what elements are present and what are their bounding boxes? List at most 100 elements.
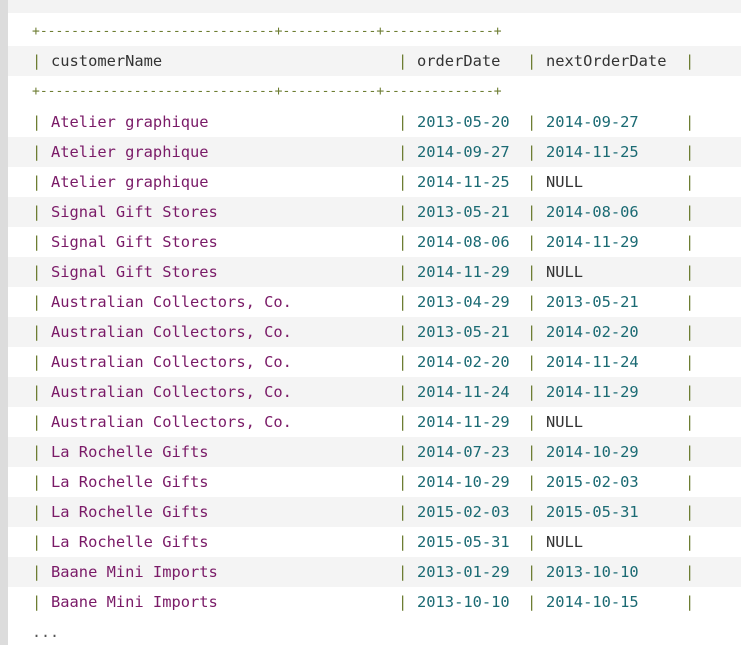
pipe: |: [32, 413, 42, 431]
cell-order-date: 2013-10-10: [417, 593, 510, 611]
query-result-block: +------------------------------+--------…: [8, 17, 741, 645]
table-row: | Atelier graphique | 2014-09-27 | 2014-11-25…: [8, 137, 741, 167]
pipe: |: [527, 143, 537, 161]
pipe: |: [527, 353, 537, 371]
cell-next-order-date: NULL: [546, 413, 584, 431]
left-rail: [0, 0, 8, 645]
pipe: |: [527, 293, 537, 311]
pipe: |: [685, 233, 695, 251]
pipe: |: [398, 413, 408, 431]
cell-customer-name: Signal Gift Stores: [51, 263, 218, 281]
table-row: | Australian Collectors, Co. | 2013-05-21 | 2…: [8, 317, 741, 347]
pipe: |: [32, 503, 42, 521]
pipe: |: [398, 533, 408, 551]
pipe: |: [32, 52, 42, 70]
pipe: |: [527, 233, 537, 251]
cell-order-date: 2014-02-20: [417, 353, 510, 371]
pipe: |: [685, 323, 695, 341]
pipe: |: [527, 443, 537, 461]
pipe: |: [398, 293, 408, 311]
pipe: |: [685, 383, 695, 401]
cell-order-date: 2014-11-29: [417, 263, 510, 281]
cell-customer-name: Signal Gift Stores: [51, 233, 218, 251]
cell-order-date: 2015-02-03: [417, 503, 510, 521]
pipe: |: [685, 533, 695, 551]
ellipsis-line: ...: [8, 617, 741, 647]
border-line: +------------------------------+--------…: [32, 24, 502, 39]
cell-customer-name: Atelier graphique: [51, 113, 209, 131]
header-customer-name: customerName: [51, 52, 163, 70]
pipe: |: [398, 353, 408, 371]
pipe: |: [398, 113, 408, 131]
pipe: |: [685, 173, 695, 191]
pipe: |: [398, 563, 408, 581]
cell-order-date: 2014-07-23: [417, 443, 510, 461]
cell-customer-name: La Rochelle Gifts: [51, 473, 209, 491]
pipe: |: [527, 263, 537, 281]
cell-customer-name: Atelier graphique: [51, 173, 209, 191]
pipe: |: [398, 233, 408, 251]
pipe: |: [398, 143, 408, 161]
pipe: |: [32, 533, 42, 551]
pipe: |: [398, 383, 408, 401]
pipe: |: [527, 52, 537, 70]
pipe: |: [685, 52, 695, 70]
table-row: | Australian Collectors, Co. | 2013-04-29 | 2…: [8, 287, 741, 317]
pipe: |: [527, 383, 537, 401]
cell-order-date: 2013-01-29: [417, 563, 510, 581]
cell-customer-name: Australian Collectors, Co.: [51, 293, 292, 311]
pipe: |: [527, 113, 537, 131]
cell-customer-name: Australian Collectors, Co.: [51, 413, 292, 431]
pipe: |: [527, 533, 537, 551]
cell-customer-name: Atelier graphique: [51, 143, 209, 161]
pipe: |: [527, 593, 537, 611]
pipe: |: [527, 173, 537, 191]
table-top-border: +------------------------------+--------…: [8, 17, 741, 47]
pipe: |: [685, 353, 695, 371]
pipe: |: [32, 443, 42, 461]
table-row: | Australian Collectors, Co. | 2014-11-24 | 2…: [8, 377, 741, 407]
cell-order-date: 2014-08-06: [417, 233, 510, 251]
pipe: |: [32, 143, 42, 161]
pipe: |: [527, 203, 537, 221]
cell-order-date: 2013-05-21: [417, 203, 510, 221]
cell-next-order-date: 2015-02-03: [546, 473, 639, 491]
pipe: |: [32, 593, 42, 611]
pipe: |: [32, 323, 42, 341]
ellipsis-text: ...: [32, 623, 60, 641]
cell-order-date: 2013-05-21: [417, 323, 510, 341]
cell-next-order-date: 2015-05-31: [546, 503, 639, 521]
cell-order-date: 2014-09-27: [417, 143, 510, 161]
cell-next-order-date: 2014-10-29: [546, 443, 639, 461]
pipe: |: [685, 563, 695, 581]
pipe: |: [685, 143, 695, 161]
pipe: |: [398, 503, 408, 521]
pipe: |: [398, 173, 408, 191]
pipe: |: [32, 203, 42, 221]
cell-next-order-date: 2013-10-10: [546, 563, 639, 581]
pipe: |: [32, 113, 42, 131]
header-order-date: orderDate: [417, 52, 501, 70]
pipe: |: [398, 593, 408, 611]
cell-next-order-date: 2014-11-24: [546, 353, 639, 371]
cell-customer-name: Baane Mini Imports: [51, 593, 218, 611]
cell-order-date: 2014-11-29: [417, 413, 510, 431]
pipe: |: [685, 503, 695, 521]
table-row: | La Rochelle Gifts | 2015-05-31 | NULL |: [8, 527, 741, 557]
cell-customer-name: Australian Collectors, Co.: [51, 323, 292, 341]
pipe: |: [527, 563, 537, 581]
cell-customer-name: Australian Collectors, Co.: [51, 383, 292, 401]
top-band: [8, 0, 741, 13]
pipe: |: [527, 473, 537, 491]
pipe: |: [685, 113, 695, 131]
pipe: |: [32, 263, 42, 281]
cell-next-order-date: 2014-02-20: [546, 323, 639, 341]
page: +------------------------------+--------…: [0, 0, 741, 645]
pipe: |: [685, 293, 695, 311]
table-row: | Baane Mini Imports | 2013-10-10 | 2014-10-1…: [8, 587, 741, 617]
cell-order-date: 2014-11-24: [417, 383, 510, 401]
pipe: |: [32, 293, 42, 311]
table-row: | La Rochelle Gifts | 2014-07-23 | 2014-10-29…: [8, 437, 741, 467]
cell-order-date: 2014-10-29: [417, 473, 510, 491]
cell-order-date: 2013-05-20: [417, 113, 510, 131]
